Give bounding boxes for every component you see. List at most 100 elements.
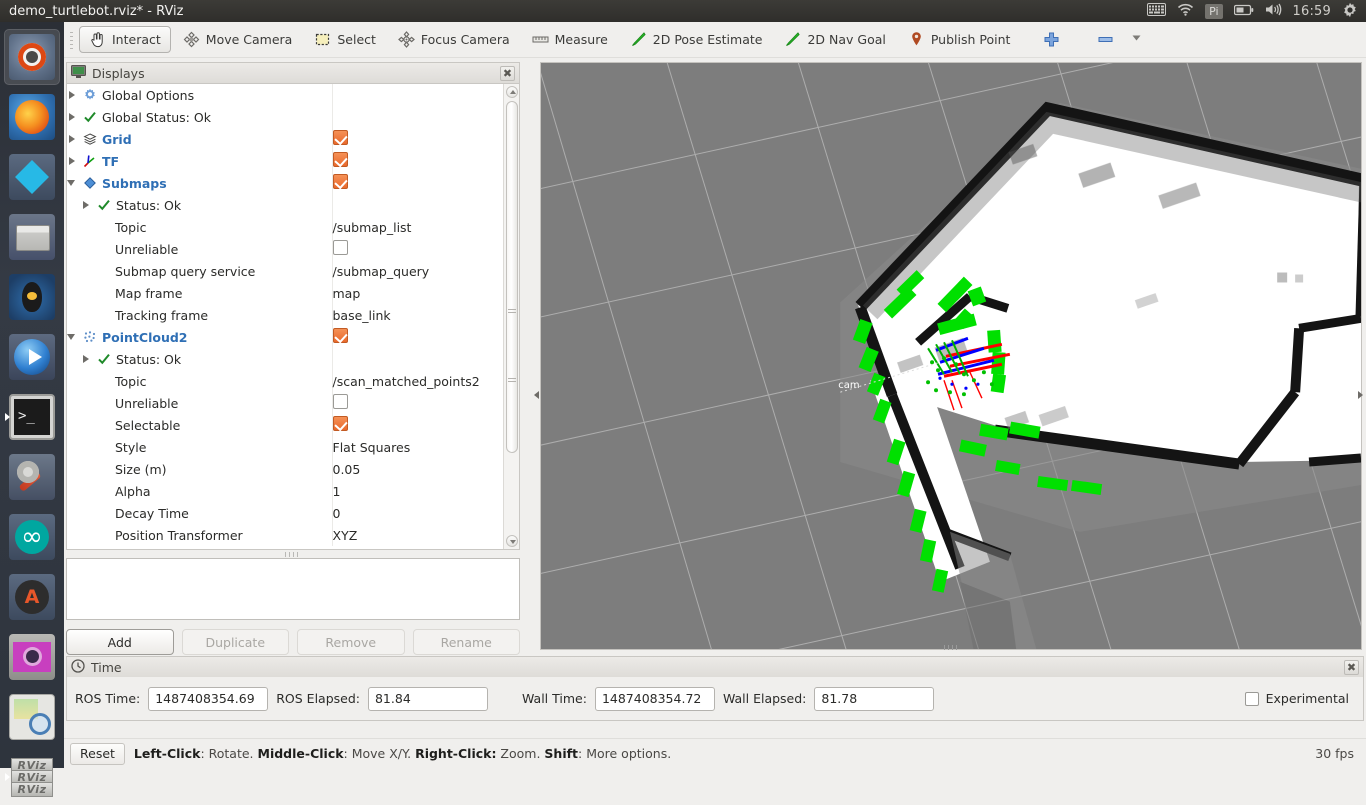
property-row[interactable]: TF [67,150,519,172]
scroll-down-button[interactable] [506,535,518,547]
property-row[interactable]: Tracking frame base_link [67,304,519,326]
expand-arrow-icon[interactable] [81,354,92,365]
launcher-item-arduino[interactable] [4,509,60,565]
property-row[interactable]: Map frame map [67,282,519,304]
property-row[interactable]: Position Transformer XYZ [67,524,519,546]
displays-scrollbar[interactable] [503,84,519,549]
tool-button-select[interactable]: Select [304,26,386,53]
launcher-item-terminal[interactable] [4,389,60,445]
splitter-grip-2[interactable] [508,378,516,379]
clock[interactable]: 16:59 [1293,4,1331,19]
splitter-grip[interactable] [508,309,516,310]
property-row[interactable]: Decay Time 0 [67,502,519,524]
property-checkbox[interactable] [332,394,348,409]
launcher-item-video-editor[interactable] [4,629,60,685]
tool-button-2d-nav-goal[interactable]: 2D Nav Goal [774,26,895,53]
left-splitter-handle[interactable] [533,390,540,400]
tool-button-focus-camera[interactable]: Focus Camera [388,26,520,53]
property-row[interactable]: Unreliable [67,392,519,414]
right-splitter-handle[interactable] [1357,390,1364,400]
collapse-arrow-icon[interactable] [67,178,78,189]
property-row[interactable]: Topic/submap_list [67,216,519,238]
pi-indicator-icon[interactable]: Pi [1205,3,1223,19]
toolbar-overflow-button[interactable] [1126,26,1147,53]
expand-arrow-icon[interactable] [67,156,78,167]
keyboard-icon[interactable] [1147,3,1167,19]
experimental-checkbox[interactable] [1244,691,1259,706]
property-row[interactable]: Size (m) 0.05 [67,458,519,480]
property-checkbox[interactable] [332,328,348,343]
time-input-wall-elapsed[interactable]: 81.78 [814,686,935,711]
property-value[interactable]: 0 [333,506,341,521]
property-value[interactable]: /submap_list [333,220,412,235]
time-input-ros-time[interactable]: 1487408354.69 [148,686,269,711]
property-row[interactable]: Submap query service/submap_query [67,260,519,282]
close-icon[interactable]: ✖ [500,65,515,81]
tool-button-publish-point[interactable]: Publish Point [898,26,1021,53]
gear-icon[interactable] [1342,2,1358,21]
expand-arrow-icon[interactable] [67,112,78,123]
scrollbar-thumb[interactable] [506,101,518,453]
wifi-icon[interactable] [1177,3,1194,19]
launcher-item-android-studio[interactable] [4,569,60,625]
collapse-arrow-icon[interactable] [67,332,78,343]
property-value[interactable]: /submap_query [333,264,430,279]
time-input-wall-time[interactable]: 1487408354.72 [594,686,715,711]
add-tool-button[interactable] [1033,26,1070,53]
property-value[interactable]: map [333,286,361,301]
expand-arrow-icon[interactable] [81,200,92,211]
launcher-item-image-viewer[interactable] [4,689,60,745]
launcher-item-media-player[interactable] [4,329,60,385]
launcher-item-system-tools[interactable] [4,449,60,505]
expand-arrow-icon[interactable] [67,90,78,101]
property-row[interactable]: Grid [67,128,519,150]
tool-button-2d-pose-estimate[interactable]: 2D Pose Estimate [620,26,773,53]
tool-button-measure[interactable]: Measure [522,26,618,53]
property-value[interactable]: XYZ [333,528,358,543]
reset-button[interactable]: Reset [70,742,125,765]
property-value[interactable]: Flat Squares [333,440,411,455]
property-value[interactable]: base_link [333,308,391,323]
property-row[interactable]: Unreliable [67,238,519,260]
remove-tool-button[interactable] [1087,26,1124,53]
bottom-splitter-handle[interactable] [540,644,1362,651]
property-value[interactable]: 1 [333,484,341,499]
property-row[interactable]: Status: Ok [67,348,519,370]
property-row[interactable]: Global Options [67,84,519,106]
launcher-item-kodi[interactable] [4,149,60,205]
expand-arrow-icon[interactable] [67,134,78,145]
toolbar-drag-handle[interactable] [68,28,76,51]
scene-canvas[interactable]: cam [541,63,1361,650]
launcher-item-firefox[interactable] [4,89,60,145]
launcher-item-qq-penguin[interactable] [4,269,60,325]
displays-property-tree[interactable]: Global Options Global Status: Ok Grid TF Sub… [66,83,520,550]
battery-icon[interactable] [1233,4,1254,19]
launcher-item-rviz[interactable]: RViz RViz RViz [4,749,60,805]
launcher-item-ubuntu-dash[interactable] [4,29,60,85]
launcher-item-files[interactable] [4,209,60,265]
property-row[interactable]: Style Flat Squares [67,436,519,458]
volume-icon[interactable] [1265,3,1282,19]
property-row[interactable]: Submaps [67,172,519,194]
property-checkbox[interactable] [332,152,348,167]
property-row[interactable]: Global Status: Ok [67,106,519,128]
3d-render-view[interactable]: cam [540,62,1362,650]
property-row[interactable]: Topic/scan_matched_points2 [67,370,519,392]
property-row[interactable]: Selectable [67,414,519,436]
displays-splitter[interactable] [66,550,520,558]
property-row[interactable]: PointCloud2 [67,326,519,348]
property-value[interactable]: /scan_matched_points2 [333,374,480,389]
add-button[interactable]: Add [66,629,174,655]
property-checkbox[interactable] [332,174,348,189]
property-checkbox[interactable] [332,416,348,431]
property-value[interactable]: 0.05 [333,462,361,477]
property-checkbox[interactable] [332,240,348,255]
property-checkbox[interactable] [332,130,348,145]
tool-button-interact[interactable]: Interact [79,26,171,53]
scroll-up-button[interactable] [506,86,518,98]
experimental-toggle[interactable]: Experimental [1244,691,1355,706]
time-input-ros-elapsed[interactable]: 81.84 [367,686,488,711]
close-icon[interactable]: ✖ [1344,659,1359,675]
property-row[interactable]: Status: Ok [67,194,519,216]
tool-button-move-camera[interactable]: Move Camera [173,26,303,53]
